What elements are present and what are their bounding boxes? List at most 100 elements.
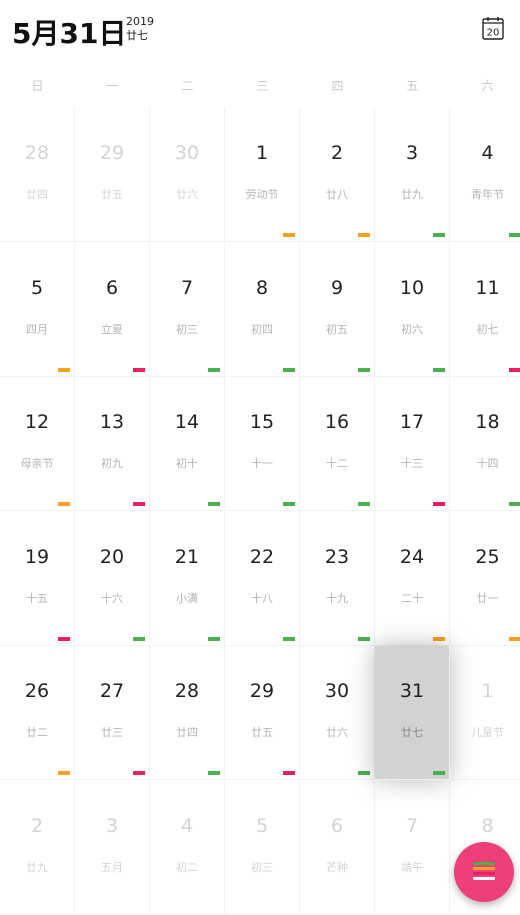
day-number: 31: [399, 680, 425, 702]
day-cell[interactable]: 7 端午: [375, 780, 450, 915]
day-number: 17: [399, 411, 425, 433]
weekday-label: 五: [406, 79, 419, 93]
day-number: 4: [481, 142, 494, 164]
day-number: 1: [481, 680, 494, 702]
menu-fab-button[interactable]: [454, 842, 514, 902]
lunar-label: 廿六: [326, 726, 348, 739]
lunar-label: 廿七: [401, 726, 423, 739]
lunar-label: 初九: [101, 457, 123, 470]
event-marker: [133, 636, 145, 641]
day-number: 11: [475, 276, 500, 299]
day-cell[interactable]: 1 儿童节: [450, 646, 520, 780]
event-marker: [509, 233, 520, 237]
day-cell[interactable]: 21 小满: [150, 511, 225, 646]
event-marker: [509, 636, 520, 641]
weekday-header-row: 日一二三四五六: [0, 64, 520, 108]
day-number: 24: [399, 545, 425, 568]
event-marker: [433, 502, 445, 506]
day-cell[interactable]: 25 廿一: [450, 512, 520, 646]
lunar-label: 十二: [326, 457, 348, 470]
menu-layers-icon-bar: [473, 862, 495, 865]
event-marker: [283, 367, 295, 372]
day-cell[interactable]: 1 劳动节: [225, 108, 300, 242]
day-cell[interactable]: 2 廿九: [0, 780, 75, 915]
day-cell[interactable]: 14 初十: [150, 377, 225, 511]
lunar-label: 母亲节: [20, 457, 54, 470]
day-cell[interactable]: 4 青年节: [450, 108, 520, 242]
lunar-label: 廿一: [476, 591, 499, 605]
day-cell-selected[interactable]: 31 廿七: [375, 646, 450, 780]
today-calendar-icon[interactable]: 20: [482, 16, 504, 40]
day-cell[interactable]: 19 十五: [0, 511, 75, 646]
lunar-label: 小满: [176, 591, 198, 605]
day-cell[interactable]: 30 廿六: [150, 108, 225, 242]
day-cell[interactable]: 29 廿五: [225, 646, 300, 780]
day-cell[interactable]: 20 十六: [75, 511, 150, 646]
day-number: 5: [30, 276, 44, 299]
event-marker: [133, 367, 145, 372]
day-cell[interactable]: 26 廿二: [0, 646, 75, 780]
event-marker: [283, 771, 295, 775]
event-marker: [58, 367, 70, 372]
lunar-label: 二十: [401, 591, 423, 605]
day-cell[interactable]: 8 初四: [225, 242, 300, 377]
weekday-label: 二: [181, 79, 194, 93]
day-number: 18: [475, 411, 500, 433]
day-number: 26: [24, 680, 50, 702]
event-marker: [208, 636, 220, 641]
day-cell[interactable]: 12 母亲节: [0, 377, 75, 511]
day-number: 6: [105, 276, 119, 299]
lunar-label: 十八: [251, 591, 273, 605]
day-cell[interactable]: 24 二十: [375, 511, 450, 646]
day-cell[interactable]: 22 十八: [225, 511, 300, 646]
day-number: 27: [99, 680, 125, 702]
event-marker: [358, 636, 370, 641]
day-number: 13: [99, 411, 125, 433]
day-number: 3: [105, 814, 119, 837]
event-marker: [433, 771, 445, 775]
day-cell[interactable]: 11 初七: [450, 243, 520, 377]
event-marker: [358, 771, 370, 775]
day-cell[interactable]: 5 初三: [225, 780, 300, 915]
day-number: 29: [99, 142, 125, 164]
lunar-label: 初二: [176, 860, 198, 874]
current-date-title[interactable]: 5月31日: [12, 12, 126, 52]
day-cell[interactable]: 27 廿三: [75, 646, 150, 780]
day-cell[interactable]: 29 廿五: [75, 108, 150, 242]
lunar-label: 廿五: [101, 188, 123, 201]
event-marker: [433, 636, 445, 641]
day-cell[interactable]: 6 芒种: [300, 780, 375, 915]
day-cell[interactable]: 2 廿八: [300, 108, 375, 242]
day-cell[interactable]: 30 廿六: [300, 646, 375, 780]
lunar-label: 廿九: [26, 860, 48, 874]
day-cell[interactable]: 7 初三: [150, 242, 225, 377]
day-cell[interactable]: 17 十三: [375, 377, 450, 511]
day-cell[interactable]: 16 十二: [300, 377, 375, 511]
event-marker: [133, 771, 145, 775]
day-cell[interactable]: 6 立夏: [75, 242, 150, 377]
event-marker: [283, 233, 295, 237]
day-cell[interactable]: 5 四月: [0, 242, 75, 377]
lunar-label: 芒种: [326, 860, 348, 874]
day-number: 4: [180, 814, 194, 837]
event-marker: [358, 502, 370, 506]
day-cell[interactable]: 9 初五: [300, 242, 375, 377]
lunar-label: 青年节: [471, 188, 504, 201]
day-number: 20: [99, 545, 125, 568]
day-cell[interactable]: 3 廿九: [375, 108, 450, 242]
day-cell[interactable]: 28 廿四: [0, 108, 75, 242]
day-cell[interactable]: 10 初六: [375, 242, 450, 377]
lunar-label: 初三: [176, 322, 198, 336]
lunar-label: 初四: [251, 322, 273, 336]
event-marker: [58, 636, 70, 641]
day-cell[interactable]: 18 十四: [450, 377, 520, 511]
lunar-label: 廿二: [26, 726, 48, 739]
lunar-label: 廿九: [401, 188, 423, 201]
day-cell[interactable]: 23 十九: [300, 511, 375, 646]
day-cell[interactable]: 13 初九: [75, 377, 150, 511]
day-cell[interactable]: 28 廿四: [150, 646, 225, 780]
day-cell[interactable]: 3 五月: [75, 780, 150, 915]
day-cell[interactable]: 15 十一: [225, 377, 300, 511]
day-cell[interactable]: 4 初二: [150, 780, 225, 915]
event-marker: [208, 502, 220, 506]
